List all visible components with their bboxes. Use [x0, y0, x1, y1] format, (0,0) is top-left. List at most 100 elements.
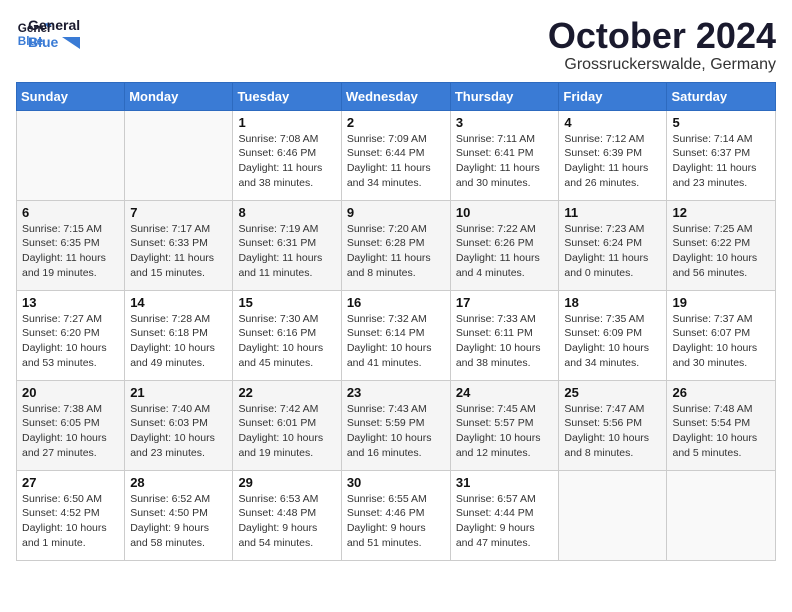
cell-content: Sunrise: 7:23 AMSunset: 6:24 PMDaylight:… — [564, 222, 661, 281]
day-number: 12 — [672, 205, 770, 220]
day-number: 3 — [456, 115, 554, 130]
cell-content: Sunrise: 6:52 AMSunset: 4:50 PMDaylight:… — [130, 492, 227, 551]
day-header-thursday: Thursday — [450, 82, 559, 110]
calendar-cell: 12 Sunrise: 7:25 AMSunset: 6:22 PMDayligh… — [667, 200, 776, 290]
day-number: 27 — [22, 475, 119, 490]
cell-content: Sunrise: 7:09 AMSunset: 6:44 PMDaylight:… — [347, 132, 445, 191]
calendar-cell: 2 Sunrise: 7:09 AMSunset: 6:44 PMDaylight… — [341, 110, 450, 200]
calendar-week-3: 13 Sunrise: 7:27 AMSunset: 6:20 PMDayligh… — [17, 290, 776, 380]
day-number: 7 — [130, 205, 227, 220]
day-number: 4 — [564, 115, 661, 130]
day-number: 16 — [347, 295, 445, 310]
logo-general: General — [28, 17, 80, 34]
day-number: 8 — [238, 205, 335, 220]
cell-content: Sunrise: 7:48 AMSunset: 5:54 PMDaylight:… — [672, 402, 770, 461]
calendar-cell: 1 Sunrise: 7:08 AMSunset: 6:46 PMDaylight… — [233, 110, 341, 200]
day-number: 28 — [130, 475, 227, 490]
day-header-friday: Friday — [559, 82, 667, 110]
day-number: 25 — [564, 385, 661, 400]
logo: General Blue General Blue — [16, 16, 80, 52]
calendar-cell: 15Sunrise: 7:30 AMSunset: 6:16 PMDayligh… — [233, 290, 341, 380]
calendar-cell: 28 Sunrise: 6:52 AMSunset: 4:50 PMDayligh… — [125, 470, 233, 560]
cell-content: Sunrise: 7:15 AMSunset: 6:35 PMDaylight:… — [22, 222, 119, 281]
cell-content: Sunrise: 7:38 AMSunset: 6:05 PMDaylight:… — [22, 402, 119, 461]
day-number: 20 — [22, 385, 119, 400]
location: Grossruckerswalde, Germany — [548, 56, 776, 74]
cell-content: Sunrise: 7:14 AMSunset: 6:37 PMDaylight:… — [672, 132, 770, 191]
title-block: October 2024 Grossruckerswalde, Germany — [548, 16, 776, 74]
logo-blue: Blue — [28, 34, 80, 51]
calendar-cell: 9Sunrise: 7:20 AMSunset: 6:28 PMDaylight… — [341, 200, 450, 290]
day-header-saturday: Saturday — [667, 82, 776, 110]
calendar-cell: 4Sunrise: 7:12 AMSunset: 6:39 PMDaylight… — [559, 110, 667, 200]
cell-content: Sunrise: 6:57 AMSunset: 4:44 PMDaylight:… — [456, 492, 554, 551]
calendar-cell: 25 Sunrise: 7:47 AMSunset: 5:56 PMDayligh… — [559, 380, 667, 470]
calendar-cell: 13 Sunrise: 7:27 AMSunset: 6:20 PMDayligh… — [17, 290, 125, 380]
calendar-cell: 21 Sunrise: 7:40 AMSunset: 6:03 PMDayligh… — [125, 380, 233, 470]
day-header-monday: Monday — [125, 82, 233, 110]
calendar-cell: 5Sunrise: 7:14 AMSunset: 6:37 PMDaylight… — [667, 110, 776, 200]
cell-content: Sunrise: 7:11 AMSunset: 6:41 PMDaylight:… — [456, 132, 554, 191]
days-header-row: SundayMondayTuesdayWednesdayThursdayFrid… — [17, 82, 776, 110]
calendar-cell: 26 Sunrise: 7:48 AMSunset: 5:54 PMDayligh… — [667, 380, 776, 470]
cell-content: Sunrise: 6:55 AMSunset: 4:46 PMDaylight:… — [347, 492, 445, 551]
day-number: 13 — [22, 295, 119, 310]
cell-content: Sunrise: 7:20 AMSunset: 6:28 PMDaylight:… — [347, 222, 445, 281]
cell-content: Sunrise: 7:25 AMSunset: 6:22 PMDaylight:… — [672, 222, 770, 281]
calendar-cell — [559, 470, 667, 560]
calendar-cell: 20 Sunrise: 7:38 AMSunset: 6:05 PMDayligh… — [17, 380, 125, 470]
day-number: 10 — [456, 205, 554, 220]
calendar-cell: 29 Sunrise: 6:53 AMSunset: 4:48 PMDayligh… — [233, 470, 341, 560]
cell-content: Sunrise: 7:30 AMSunset: 6:16 PMDaylight:… — [238, 312, 335, 371]
calendar-week-4: 20 Sunrise: 7:38 AMSunset: 6:05 PMDayligh… — [17, 380, 776, 470]
cell-content: Sunrise: 7:22 AMSunset: 6:26 PMDaylight:… — [456, 222, 554, 281]
calendar-cell — [17, 110, 125, 200]
calendar-cell: 23Sunrise: 7:43 AMSunset: 5:59 PMDayligh… — [341, 380, 450, 470]
day-number: 30 — [347, 475, 445, 490]
calendar-cell: 8Sunrise: 7:19 AMSunset: 6:31 PMDaylight… — [233, 200, 341, 290]
day-number: 21 — [130, 385, 227, 400]
calendar-cell: 6Sunrise: 7:15 AMSunset: 6:35 PMDaylight… — [17, 200, 125, 290]
day-number: 24 — [456, 385, 554, 400]
day-number: 11 — [564, 205, 661, 220]
cell-content: Sunrise: 7:33 AMSunset: 6:11 PMDaylight:… — [456, 312, 554, 371]
calendar-cell — [667, 470, 776, 560]
calendar-cell: 19Sunrise: 7:37 AMSunset: 6:07 PMDayligh… — [667, 290, 776, 380]
day-number: 23 — [347, 385, 445, 400]
logo-chevron-icon — [62, 37, 80, 49]
cell-content: Sunrise: 6:53 AMSunset: 4:48 PMDaylight:… — [238, 492, 335, 551]
month-title: October 2024 — [548, 16, 776, 56]
cell-content: Sunrise: 7:42 AMSunset: 6:01 PMDaylight:… — [238, 402, 335, 461]
calendar-table: SundayMondayTuesdayWednesdayThursdayFrid… — [16, 82, 776, 561]
day-number: 29 — [238, 475, 335, 490]
cell-content: Sunrise: 7:40 AMSunset: 6:03 PMDaylight:… — [130, 402, 227, 461]
calendar-cell: 11 Sunrise: 7:23 AMSunset: 6:24 PMDayligh… — [559, 200, 667, 290]
day-number: 26 — [672, 385, 770, 400]
calendar-cell: 10 Sunrise: 7:22 AMSunset: 6:26 PMDayligh… — [450, 200, 559, 290]
day-header-tuesday: Tuesday — [233, 82, 341, 110]
cell-content: Sunrise: 7:32 AMSunset: 6:14 PMDaylight:… — [347, 312, 445, 371]
cell-content: Sunrise: 7:45 AMSunset: 5:57 PMDaylight:… — [456, 402, 554, 461]
calendar-week-1: 1 Sunrise: 7:08 AMSunset: 6:46 PMDaylight… — [17, 110, 776, 200]
cell-content: Sunrise: 7:47 AMSunset: 5:56 PMDaylight:… — [564, 402, 661, 461]
calendar-cell: 30 Sunrise: 6:55 AMSunset: 4:46 PMDayligh… — [341, 470, 450, 560]
page-header: General Blue General Blue October 2024 G… — [16, 16, 776, 74]
day-number: 1 — [238, 115, 335, 130]
calendar-week-2: 6Sunrise: 7:15 AMSunset: 6:35 PMDaylight… — [17, 200, 776, 290]
calendar-cell: 14Sunrise: 7:28 AMSunset: 6:18 PMDayligh… — [125, 290, 233, 380]
calendar-cell: 22 Sunrise: 7:42 AMSunset: 6:01 PMDayligh… — [233, 380, 341, 470]
day-number: 19 — [672, 295, 770, 310]
cell-content: Sunrise: 7:08 AMSunset: 6:46 PMDaylight:… — [238, 132, 335, 191]
day-number: 22 — [238, 385, 335, 400]
calendar-week-5: 27Sunrise: 6:50 AMSunset: 4:52 PMDayligh… — [17, 470, 776, 560]
calendar-cell: 7Sunrise: 7:17 AMSunset: 6:33 PMDaylight… — [125, 200, 233, 290]
day-number: 18 — [564, 295, 661, 310]
day-number: 31 — [456, 475, 554, 490]
cell-content: Sunrise: 7:27 AMSunset: 6:20 PMDaylight:… — [22, 312, 119, 371]
calendar-cell: 16 Sunrise: 7:32 AMSunset: 6:14 PMDayligh… — [341, 290, 450, 380]
calendar-cell: 3 Sunrise: 7:11 AMSunset: 6:41 PMDaylight… — [450, 110, 559, 200]
calendar-cell: 18Sunrise: 7:35 AMSunset: 6:09 PMDayligh… — [559, 290, 667, 380]
day-header-wednesday: Wednesday — [341, 82, 450, 110]
day-number: 2 — [347, 115, 445, 130]
calendar-cell: 17Sunrise: 7:33 AMSunset: 6:11 PMDayligh… — [450, 290, 559, 380]
